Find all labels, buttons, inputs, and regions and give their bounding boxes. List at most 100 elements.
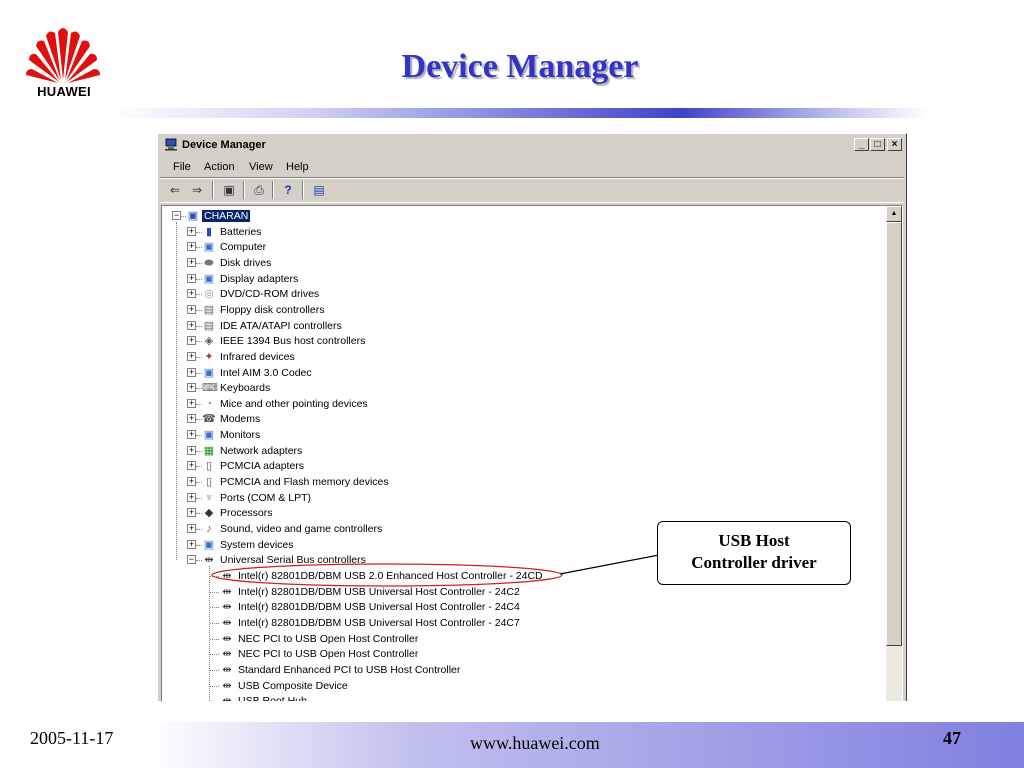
slide: HUAWEI Device Manager Device Manager _ □ ×… xyxy=(0,0,1024,768)
tree-category[interactable]: + ◎ DVD/CD-ROM drives xyxy=(162,286,562,302)
expand-icon[interactable]: + xyxy=(187,336,196,346)
expand-icon[interactable]: + xyxy=(187,461,196,471)
usb-controller-item[interactable]: ⇹ USB Root Hub xyxy=(162,693,662,702)
forward-icon[interactable]: ⇒ xyxy=(188,181,206,199)
device-tree: − ▣ CHARAN + ▮ Batteries + ▣ Computer + ⬬ Disk driv… xyxy=(162,206,886,701)
tree-category[interactable]: + ✦ Infrared devices xyxy=(162,349,562,365)
tree-category[interactable]: + ♆ Ports (COM & LPT) xyxy=(162,490,562,506)
print-icon[interactable]: ⎙ xyxy=(250,181,268,199)
tree-category-label: IEEE 1394 Bus host controllers xyxy=(220,335,366,348)
window-controls: _ □ × xyxy=(853,138,902,152)
toolbar: ⇐ ⇒ ▣ ⎙ ? ▤ xyxy=(160,177,904,203)
usb-controller-item[interactable]: ⇹ NEC PCI to USB Open Host Controller xyxy=(162,646,662,662)
tree-category[interactable]: + ▦ Network adapters xyxy=(162,443,562,459)
expand-icon[interactable]: + xyxy=(187,226,196,236)
tree-category[interactable]: + ▤ IDE ATA/ATAPI controllers xyxy=(162,318,562,334)
usb-controller-item[interactable]: ⇹ NEC PCI to USB Open Host Controller xyxy=(162,631,662,647)
toolbar-separator xyxy=(212,181,214,199)
scroll-thumb[interactable] xyxy=(886,222,902,646)
expand-icon[interactable]: + xyxy=(187,351,196,361)
usb-controller-label: NEC PCI to USB Open Host Controller xyxy=(238,632,419,645)
expand-icon[interactable]: + xyxy=(187,398,196,408)
tree-category[interactable]: + ▣ System devices xyxy=(162,537,562,553)
menu-help[interactable]: Help xyxy=(286,161,309,173)
tree-category[interactable]: + ▣ Computer xyxy=(162,239,562,255)
tree-category[interactable]: + ◆ Processors xyxy=(162,505,562,521)
pcmcia-icon: ▯ xyxy=(205,460,213,473)
tree-category-label: Intel AIM 3.0 Codec xyxy=(220,366,312,379)
collapse-icon[interactable]: − xyxy=(187,555,196,565)
tree-category[interactable]: − ⇹ Universal Serial Bus controllers xyxy=(162,552,562,568)
expand-icon[interactable]: + xyxy=(187,508,196,518)
device-manager-icon xyxy=(165,138,177,151)
dvd-icon: ◎ xyxy=(204,288,214,301)
tree-category-label: Display adapters xyxy=(220,272,299,285)
usb-controller-item[interactable]: ⇹ Intel(r) 82801DB/DBM USB 2.0 Enhanced H… xyxy=(162,568,662,584)
expand-icon[interactable]: + xyxy=(187,539,196,549)
expand-icon[interactable]: + xyxy=(187,320,196,330)
tree-category[interactable]: + ◈ IEEE 1394 Bus host controllers xyxy=(162,333,562,349)
expand-icon[interactable]: + xyxy=(187,383,196,393)
tree-category[interactable]: + ▮ Batteries xyxy=(162,224,562,240)
ide-icon: ▤ xyxy=(203,319,215,332)
maximize-button[interactable]: □ xyxy=(870,138,885,151)
scan-icon[interactable]: ▤ xyxy=(310,181,328,199)
display-icon: ▣ xyxy=(203,272,215,285)
expand-icon[interactable]: + xyxy=(187,273,196,283)
usb-controller-item[interactable]: ⇹ Standard Enhanced PCI to USB Host Contr… xyxy=(162,662,662,678)
vertical-scrollbar[interactable]: ▲ xyxy=(886,206,902,701)
tree-category-label: IDE ATA/ATAPI controllers xyxy=(220,319,342,332)
menu-file[interactable]: File xyxy=(173,161,191,173)
expand-icon[interactable]: + xyxy=(187,304,196,314)
usb-controller-item[interactable]: ⇹ USB Composite Device xyxy=(162,678,662,694)
menu-view[interactable]: View xyxy=(249,161,273,173)
minimize-button[interactable]: _ xyxy=(854,138,869,151)
expand-icon[interactable]: + xyxy=(187,492,196,502)
help-icon[interactable]: ? xyxy=(279,181,297,199)
tree-category-label: System devices xyxy=(220,538,294,551)
ieee-icon: ◈ xyxy=(204,335,214,348)
collapse-icon[interactable]: − xyxy=(172,211,181,220)
tree-category-label: Modems xyxy=(220,413,261,426)
tree-category[interactable]: + ▣ Monitors xyxy=(162,427,562,443)
expand-icon[interactable]: + xyxy=(187,414,196,424)
tree-category[interactable]: + ⬬ Disk drives xyxy=(162,255,562,271)
expand-icon[interactable]: + xyxy=(187,289,196,299)
tree-category[interactable]: + ⌨ Keyboards xyxy=(162,380,562,396)
tree-category[interactable]: + ◔ Mice and other pointing devices xyxy=(162,396,562,412)
window-title-bar[interactable]: Device Manager _ □ × xyxy=(160,136,904,154)
tree-category[interactable]: + ▣ Intel AIM 3.0 Codec xyxy=(162,365,562,381)
usb-controller-item[interactable]: ⇹ Intel(r) 82801DB/DBM USB Universal Host… xyxy=(162,584,662,600)
expand-icon[interactable]: + xyxy=(187,367,196,377)
tree-connector xyxy=(210,654,219,656)
tree-category-label: Disk drives xyxy=(220,256,272,269)
tree-category-label: DVD/CD-ROM drives xyxy=(220,288,320,301)
tree-category[interactable]: + ♪ Sound, video and game controllers xyxy=(162,521,562,537)
network-icon: ▦ xyxy=(203,444,215,457)
tree-category[interactable]: + ☎ Modems xyxy=(162,411,562,427)
tree-root-label: CHARAN xyxy=(202,210,251,222)
expand-icon[interactable]: + xyxy=(187,257,196,267)
scroll-up-icon[interactable]: ▲ xyxy=(886,206,902,222)
usb-controller-label: Intel(r) 82801DB/DBM USB Universal Host … xyxy=(238,601,520,614)
tree-connector xyxy=(210,701,219,702)
usb-controller-item[interactable]: ⇹ Intel(r) 82801DB/DBM USB Universal Host… xyxy=(162,599,662,615)
close-button[interactable]: × xyxy=(887,138,902,151)
expand-icon[interactable]: + xyxy=(187,242,196,252)
usb-controller-item[interactable]: ⇹ Intel(r) 82801DB/DBM USB Universal Host… xyxy=(162,615,662,631)
properties-icon[interactable]: ▣ xyxy=(220,181,238,199)
expand-icon[interactable]: + xyxy=(187,430,196,440)
tree-category-label: Sound, video and game controllers xyxy=(220,523,383,535)
back-icon[interactable]: ⇐ xyxy=(166,181,184,199)
usb-controller-label: USB Composite Device xyxy=(238,679,348,692)
tree-category[interactable]: + ▣ Display adapters xyxy=(162,271,562,287)
tree-root[interactable]: − ▣ CHARAN xyxy=(162,208,462,224)
tree-category[interactable]: + ▤ Floppy disk controllers xyxy=(162,302,562,318)
expand-icon[interactable]: + xyxy=(187,477,196,487)
tree-category[interactable]: + ▯ PCMCIA and Flash memory devices xyxy=(162,474,562,490)
tree-category[interactable]: + ▯ PCMCIA adapters xyxy=(162,458,562,474)
expand-icon[interactable]: + xyxy=(187,445,196,455)
expand-icon[interactable]: + xyxy=(187,524,196,533)
menu-action[interactable]: Action xyxy=(204,161,235,173)
tree-category-label: Monitors xyxy=(220,429,261,442)
